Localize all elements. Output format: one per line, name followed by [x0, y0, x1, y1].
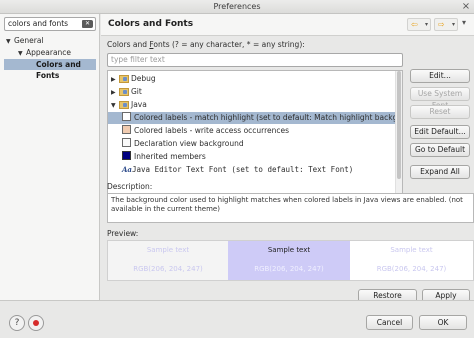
- dialog-footer: ? Cancel OK: [0, 300, 474, 338]
- tree-label: Colors and Fonts (? = any character, * =…: [107, 40, 305, 49]
- preference-filter-value: colors and fonts: [8, 19, 69, 28]
- chevron-down-icon[interactable]: ▾: [452, 19, 455, 30]
- preview-sample-white: Sample text RGB(206, 204, 247): [350, 241, 473, 280]
- back-arrow-icon: ⇦: [411, 20, 418, 29]
- preview-label: Preview:: [107, 229, 139, 238]
- filter-placeholder: type filter text: [111, 55, 165, 64]
- tree-row-inherited-members[interactable]: Inherited members: [108, 151, 396, 163]
- category-icon: [119, 86, 129, 96]
- page-title: Colors and Fonts: [108, 19, 194, 29]
- font-icon: Aa: [122, 165, 132, 174]
- filter-text-input[interactable]: type filter text: [107, 53, 403, 67]
- preview-panel: Sample text RGB(206, 204, 247) Sample te…: [107, 240, 474, 281]
- preference-filter-input[interactable]: colors and fonts ✕: [4, 17, 96, 31]
- window-title: Preferences: [213, 2, 261, 11]
- color-swatch-icon: [122, 151, 131, 160]
- tree-row-colored-labels-write-access[interactable]: Colored labels - write access occurrence…: [108, 125, 396, 137]
- chevron-down-icon[interactable]: ▾: [425, 19, 428, 30]
- expanded-arrow-icon[interactable]: ▼: [6, 36, 14, 47]
- tree-row-git[interactable]: ▶ Git: [111, 86, 399, 98]
- tree-vertical-scrollbar[interactable]: [395, 71, 402, 209]
- forward-button[interactable]: ⇨ ▾: [434, 18, 458, 31]
- sidebar-item-general[interactable]: ▼ General: [6, 35, 44, 46]
- sidebar-item-label: General: [14, 36, 44, 45]
- ok-button[interactable]: OK: [419, 315, 467, 330]
- color-swatch-icon: [122, 138, 131, 147]
- sidebar-item-appearance[interactable]: ▼ Appearance: [18, 47, 71, 58]
- reset-button[interactable]: Reset: [410, 105, 470, 119]
- back-button[interactable]: ⇦ ▾: [407, 18, 431, 31]
- description-label: Description:: [107, 182, 153, 191]
- preview-sample-light: Sample text RGB(206, 204, 247): [108, 241, 228, 280]
- category-icon: [119, 73, 129, 83]
- clear-icon[interactable]: ✕: [82, 20, 93, 28]
- go-to-default-button[interactable]: Go to Default: [410, 143, 470, 157]
- view-menu-icon[interactable]: ▾: [462, 18, 466, 27]
- expand-all-button[interactable]: Expand All: [410, 165, 470, 179]
- edit-button[interactable]: Edit...: [410, 69, 470, 83]
- preview-sample-highlight: Sample text RGB(206, 204, 247): [228, 241, 350, 280]
- tree-row-declaration-view-background[interactable]: Declaration view background: [108, 138, 396, 150]
- preference-tree-pane: colors and fonts ✕ ▼ General ▼ Appearance …: [0, 14, 100, 300]
- forward-arrow-icon: ⇨: [438, 20, 445, 29]
- sidebar-item-label: Colors and Fonts: [36, 60, 81, 80]
- tree-row-colored-labels-match-highlight[interactable]: Colored labels - match highlight (set to…: [108, 112, 402, 124]
- window-titlebar: Preferences ×: [0, 0, 474, 14]
- use-system-font-button[interactable]: Use System Font: [410, 87, 470, 110]
- expanded-arrow-icon[interactable]: ▼: [111, 100, 119, 112]
- description-text: The background color used to highlight m…: [107, 193, 474, 223]
- cancel-button[interactable]: Cancel: [366, 315, 413, 330]
- page-header: Colors and Fonts ⇦ ▾ ⇨ ▾ ▾: [101, 14, 474, 36]
- sidebar-item-colors-and-fonts[interactable]: Colors and Fonts: [4, 59, 96, 80]
- category-icon: [119, 99, 129, 109]
- collapsed-arrow-icon[interactable]: ▶: [111, 87, 119, 99]
- color-swatch-icon: [122, 125, 131, 134]
- edit-default-button[interactable]: Edit Default...: [410, 125, 470, 139]
- help-icon[interactable]: ?: [9, 315, 25, 331]
- colors-and-fonts-page: Colors and Fonts (? = any character, * =…: [101, 36, 474, 312]
- scroll-thumb[interactable]: [397, 71, 401, 179]
- record-macro-icon[interactable]: [28, 315, 44, 331]
- tree-row-java[interactable]: ▼ Java: [111, 99, 399, 111]
- tree-row-java-editor-text-font[interactable]: AaJava Editor Text Font (set to default:…: [108, 164, 396, 176]
- close-icon[interactable]: ×: [461, 2, 471, 12]
- tree-row-debug[interactable]: ▶ Debug: [111, 73, 399, 85]
- sidebar-item-label: Appearance: [26, 48, 72, 57]
- color-swatch-icon: [122, 112, 131, 121]
- collapsed-arrow-icon[interactable]: ▶: [111, 74, 119, 86]
- expanded-arrow-icon[interactable]: ▼: [18, 48, 26, 59]
